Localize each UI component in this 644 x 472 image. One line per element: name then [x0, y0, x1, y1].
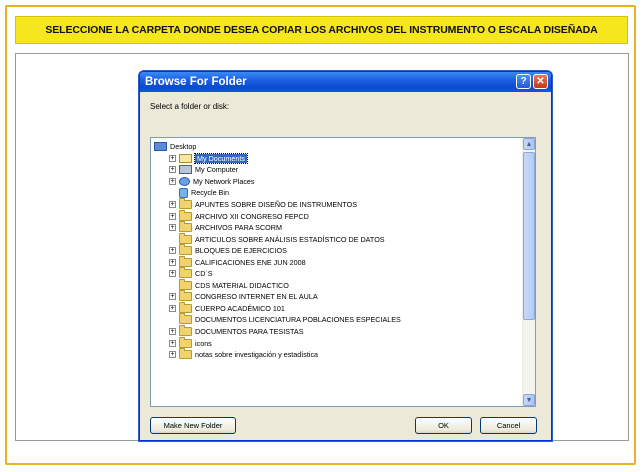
folder-icon [179, 301, 192, 313]
expand-icon[interactable]: + [169, 351, 176, 359]
tree-item[interactable]: DOCUMENTOS LICENCIATURA POBLACIONES ESPE… [151, 313, 522, 326]
tree-item-label: Recycle Bin [191, 188, 229, 198]
cancel-button[interactable]: Cancel [480, 417, 537, 434]
expand-icon[interactable]: + [169, 270, 176, 278]
tree-item-label: ARCHIVO XII CONGRESO FEPCD [195, 211, 309, 221]
tree-item[interactable]: + My Documents [151, 152, 522, 165]
tree-item-label: CD`S [195, 269, 213, 279]
tree-item-label: CUERPO ACADÉMICO 101 [195, 303, 285, 313]
tree-item[interactable]: Recycle Bin [151, 187, 522, 199]
expand-icon[interactable]: + [169, 304, 176, 312]
tree-item[interactable]: + CALIFICACIONES ENE JUN 2008 [151, 255, 522, 268]
expand-icon[interactable]: + [169, 177, 176, 185]
dialog-title: Browse For Folder [145, 76, 247, 88]
expand-icon[interactable]: + [169, 247, 176, 255]
tree-item-label: ARCHIVOS PARA SCORM [195, 223, 282, 233]
tree-scrollbar[interactable]: ▲ ▼ [522, 138, 535, 406]
instruction-text: SELECCIONE LA CARPETA DONDE DESEA COPIAR… [45, 24, 598, 36]
tree-item[interactable]: + ARCHIVO XII CONGRESO FEPCD [151, 209, 522, 222]
folder-icon [179, 290, 192, 302]
tree-item-label: Desktop [170, 142, 197, 152]
folder-icon [179, 198, 192, 209]
tree-item-label: DOCUMENTOS PARA TESISTAS [195, 327, 304, 337]
ok-button[interactable]: OK [415, 417, 472, 434]
folder-icon [179, 255, 192, 267]
tree-item[interactable]: + notas sobre investigación y estadística [151, 348, 522, 361]
tree-item-label: CALIFICACIONES ENE JUN 2008 [195, 257, 306, 267]
folder-icon [179, 325, 192, 337]
tree-item[interactable]: + DOCUMENTOS PARA TESISTAS [151, 325, 522, 338]
tree-item[interactable]: + APUNTES SOBRE DISEÑO DE INSTRUMENTOS [151, 198, 522, 211]
scroll-down-button[interactable]: ▼ [523, 394, 535, 406]
chevron-down-icon: ▼ [525, 396, 533, 404]
tree-item-label: CONGRESO INTERNET EN EL AULA [195, 292, 318, 302]
tree-item-label: My Documents [194, 152, 248, 164]
folder-icon [179, 244, 192, 256]
tree-item-label: My Computer [195, 165, 239, 175]
expand-icon[interactable]: + [169, 201, 176, 208]
help-icon: ? [520, 76, 527, 87]
tree-item-label: notas sobre investigación y estadística [195, 350, 319, 360]
tree-root-desktop[interactable]: Desktop [151, 141, 522, 153]
make-new-folder-button[interactable]: Make New Folder [150, 417, 236, 434]
my-documents-icon [179, 153, 192, 163]
tree-item[interactable]: + My Computer [151, 164, 522, 176]
expand-icon[interactable]: + [169, 339, 176, 347]
tree-item[interactable]: + ARCHIVOS PARA SCORM [151, 221, 522, 234]
folder-tree-list: Desktop + My Documents + My Computer + My Net… [151, 141, 522, 360]
tree-item-label: APUNTES SOBRE DISEÑO DE INSTRUMENTOS [195, 200, 358, 209]
expand-icon[interactable]: + [169, 166, 176, 174]
folder-icon [179, 232, 192, 244]
recycle-bin-icon [179, 187, 188, 198]
expand-icon[interactable]: + [169, 154, 176, 162]
tree-item[interactable]: + icons [151, 336, 522, 349]
folder-icon [179, 348, 192, 360]
tree-item[interactable]: + CONGRESO INTERNET EN EL AULA [151, 290, 522, 303]
tree-item[interactable]: ARTICULOS SOBRE ANÁLISIS ESTADÍSTICO DE … [151, 232, 522, 245]
tree-item-label: CDS MATERIAL DIDACTICO [195, 280, 289, 290]
dialog-titlebar[interactable]: Browse For Folder ? ✕ [140, 72, 551, 92]
folder-tree[interactable]: Desktop + My Documents + My Computer + My Net… [150, 137, 536, 407]
folder-icon [179, 267, 192, 279]
tree-item-label: ARTICULOS SOBRE ANÁLISIS ESTADÍSTICO DE … [195, 234, 385, 244]
tree-item-label: DOCUMENTOS LICENCIATURA POBLACIONES ESPE… [195, 315, 401, 325]
tree-item[interactable]: + BLOQUES DE EJERCICIOS [151, 244, 522, 257]
folder-icon [179, 313, 192, 325]
browse-for-folder-dialog: Browse For Folder ? ✕ Select a folder or… [139, 71, 552, 441]
tree-item[interactable]: CDS MATERIAL DIDACTICO [151, 278, 522, 292]
tree-item[interactable]: + My Network Places [151, 176, 522, 188]
tree-item-label: My Network Places [193, 176, 255, 186]
expand-icon[interactable]: + [169, 212, 176, 220]
chevron-up-icon: ▲ [525, 140, 533, 148]
instruction-banner: SELECCIONE LA CARPETA DONDE DESEA COPIAR… [15, 16, 628, 44]
tree-item[interactable]: + CUERPO ACADÉMICO 101 [151, 301, 522, 315]
scroll-up-button[interactable]: ▲ [523, 138, 535, 150]
help-button[interactable]: ? [516, 74, 531, 89]
close-button[interactable]: ✕ [533, 74, 548, 89]
desktop-icon [154, 142, 167, 152]
expand-icon[interactable]: + [169, 293, 176, 301]
expand-icon[interactable]: + [169, 258, 176, 266]
network-places-icon [179, 176, 190, 186]
close-icon: ✕ [536, 76, 545, 87]
expand-icon[interactable]: + [169, 328, 176, 336]
tree-item-label: BLOQUES DE EJERCICIOS [195, 246, 287, 256]
scroll-thumb[interactable] [523, 152, 535, 320]
tree-item[interactable]: + CD`S [151, 267, 522, 280]
expand-icon[interactable]: + [169, 224, 176, 232]
folder-icon [179, 221, 192, 233]
folder-icon [179, 336, 192, 348]
folder-icon [179, 209, 192, 221]
dialog-prompt: Select a folder or disk: [150, 102, 230, 111]
my-computer-icon [179, 165, 192, 175]
folder-icon [179, 278, 192, 290]
tree-item-label: icons [195, 338, 212, 348]
